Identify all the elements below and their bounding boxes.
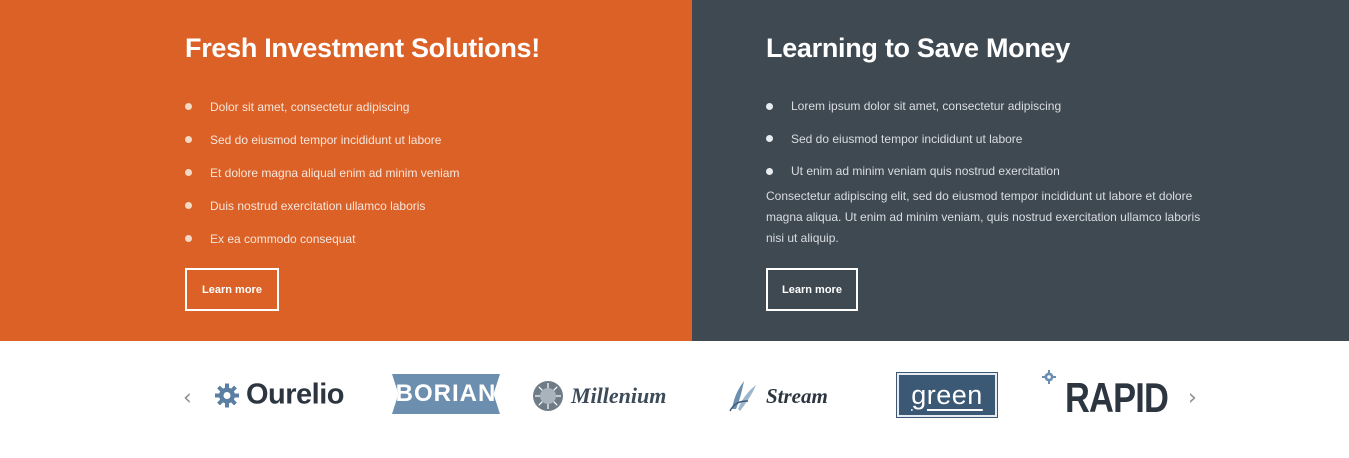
- list-item: Duis nostrud exercitation ullamco labori…: [185, 189, 459, 222]
- list-item: Sed do eiusmod tempor incididunt ut labo…: [766, 123, 1061, 156]
- chevron-left-icon[interactable]: ‹: [183, 386, 192, 411]
- logo-stream[interactable]: Stream: [728, 379, 828, 413]
- list-item: Lorem ipsum dolor sit amet, consectetur …: [766, 90, 1061, 123]
- learn-more-button[interactable]: Learn more: [185, 268, 279, 311]
- logo-text: RAPID: [1065, 374, 1169, 421]
- bullet-icon: [766, 102, 773, 110]
- investment-panel: Fresh Investment Solutions! Dolor sit am…: [0, 0, 692, 341]
- logo-rapid[interactable]: RAPID: [1042, 370, 1191, 422]
- bullet-icon: [185, 136, 192, 143]
- box-badge-icon: green: [896, 372, 998, 418]
- feature-section: Fresh Investment Solutions! Dolor sit am…: [0, 0, 1349, 341]
- ribbon-badge-icon: BORIAN: [392, 374, 500, 414]
- logo-text: Millenium: [571, 383, 667, 408]
- list-item: Dolor sit amet, consectetur adipiscing: [185, 90, 459, 123]
- list-item: Et dolore magna aliqual enim ad minim ve…: [185, 156, 459, 189]
- savings-paragraph: Consectetur adipiscing elit, sed do eius…: [766, 189, 1201, 245]
- list-item: Sed do eiusmod tempor incididunt ut labo…: [185, 123, 459, 156]
- leaf-icon: [729, 381, 756, 412]
- gear-icon: [1042, 370, 1056, 384]
- logo-ourelio[interactable]: Ourelio: [214, 378, 345, 412]
- learn-more-button[interactable]: Learn more: [766, 268, 858, 311]
- logo-text: Stream: [766, 383, 828, 408]
- chevron-right-icon[interactable]: ›: [1188, 386, 1197, 411]
- list-item: Ex ea commodo consequat: [185, 222, 459, 255]
- savings-panel: Learning to Save Money Lorem ipsum dolor…: [692, 0, 1349, 341]
- investment-title: Fresh Investment Solutions!: [185, 33, 540, 63]
- gear-icon: [215, 383, 239, 407]
- partner-logos-carousel: ‹ Ourelio BORIAN Millenium Stream green …: [0, 341, 1349, 458]
- bullet-icon: [185, 202, 192, 209]
- bullet-icon: [185, 169, 192, 176]
- logo-text: BORIAN: [395, 380, 497, 407]
- logo-text: green: [911, 379, 983, 410]
- savings-title: Learning to Save Money: [766, 33, 1070, 63]
- bullet-icon: [766, 167, 773, 175]
- bullet-icon: [185, 235, 192, 242]
- bullet-icon: [185, 103, 192, 110]
- logo-text: Ourelio: [246, 378, 345, 411]
- logo-borian[interactable]: BORIAN: [392, 374, 500, 414]
- list-item: Ut enim ad minim veniam quis nostrud exe…: [766, 155, 1061, 188]
- investment-list: Dolor sit amet, consectetur adipiscing S…: [185, 90, 459, 255]
- logo-millenium[interactable]: Millenium: [532, 380, 666, 412]
- savings-list: Lorem ipsum dolor sit amet, consectetur …: [766, 90, 1061, 188]
- logo-green[interactable]: green: [896, 372, 998, 418]
- bullet-icon: [766, 135, 773, 143]
- sun-icon: [533, 381, 563, 411]
